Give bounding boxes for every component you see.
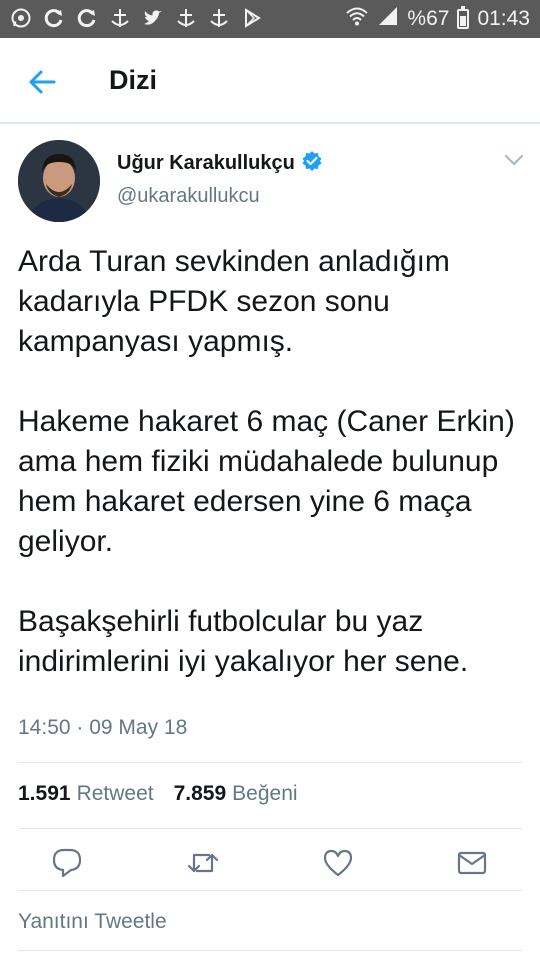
like-icon[interactable] xyxy=(321,846,355,880)
battery-text: %67 xyxy=(407,7,450,30)
divider xyxy=(18,890,522,891)
divider xyxy=(18,828,522,829)
twitter-icon xyxy=(142,7,164,29)
avatar[interactable] xyxy=(18,140,100,222)
anchor-icon xyxy=(208,7,230,29)
tweet-text: Arda Turan sevkinden anladığım kadarıyla… xyxy=(18,242,528,682)
tweet-timestamp: 14:50 · 09 May 18 xyxy=(18,716,188,739)
tweet-paragraph: Hakeme hakaret 6 maç (Caner Erkin) ama h… xyxy=(18,405,524,558)
reply-icon[interactable] xyxy=(50,846,84,880)
notification-icons xyxy=(10,7,263,29)
clock: 01:43 xyxy=(477,7,530,30)
message-icon[interactable] xyxy=(455,846,489,880)
tweet-paragraph: Başakşehirli futbolcular bu yaz indiriml… xyxy=(18,605,469,678)
system-status: %67 01:43 xyxy=(345,5,530,33)
page-title: Dizi xyxy=(109,65,158,95)
like-label[interactable]: Beğeni xyxy=(232,782,297,806)
author-handle[interactable]: @ukarakullukcu xyxy=(117,185,260,208)
author-name-row[interactable]: Uğur Karakullukçu xyxy=(117,150,323,177)
anchor-icon xyxy=(109,7,131,29)
divider xyxy=(18,762,522,763)
divider xyxy=(18,950,522,951)
whatsapp-icon xyxy=(10,7,32,29)
verified-badge-icon xyxy=(301,150,323,177)
arrow-left-icon[interactable] xyxy=(26,66,58,98)
like-count[interactable]: 7.859 xyxy=(174,782,227,806)
app-header: Dizi xyxy=(0,38,540,124)
status-bar: %67 01:43 xyxy=(0,0,540,38)
tweet-stats: 1.591 Retweet 7.859 Beğeni xyxy=(18,782,312,806)
signal-icon xyxy=(377,5,399,33)
chevron-down-icon[interactable] xyxy=(503,153,525,167)
anchor-icon xyxy=(175,7,197,29)
reply-input[interactable]: Yanıtını Tweetle xyxy=(18,910,167,934)
tweet-actions xyxy=(0,846,540,886)
play-store-icon xyxy=(241,7,263,29)
wifi-icon xyxy=(345,5,369,33)
author-name: Uğur Karakullukçu xyxy=(117,152,295,174)
battery-icon xyxy=(457,6,470,29)
refresh-icon xyxy=(43,7,65,29)
refresh-icon xyxy=(76,7,98,29)
tweet-paragraph: Arda Turan sevkinden anladığım kadarıyla… xyxy=(18,245,459,358)
retweet-count[interactable]: 1.591 xyxy=(18,782,71,806)
retweet-label[interactable]: Retweet xyxy=(77,782,154,806)
retweet-icon[interactable] xyxy=(186,846,220,880)
